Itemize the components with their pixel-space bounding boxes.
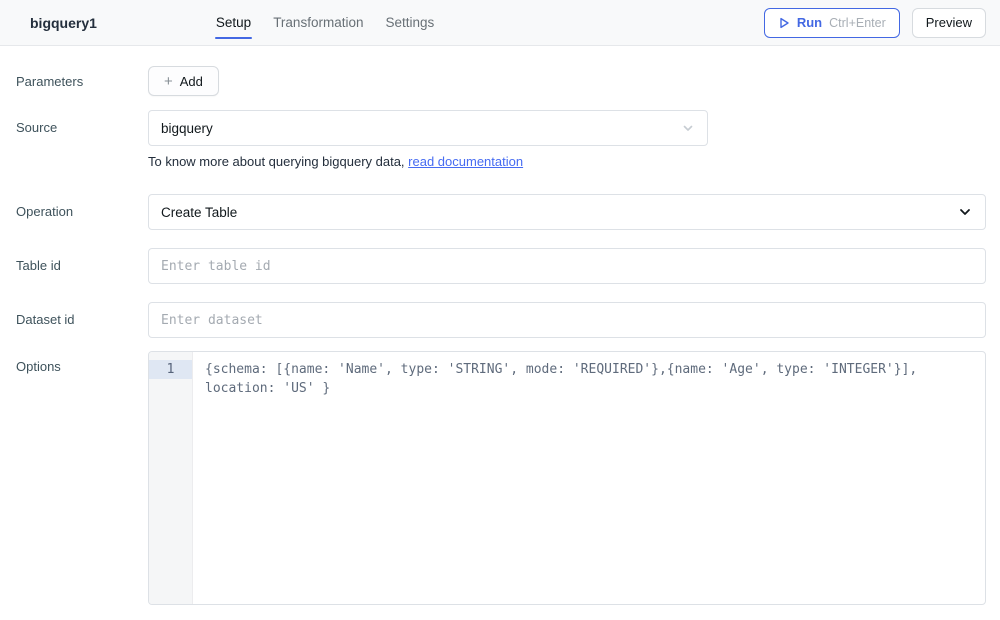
editor-tabs: Setup Transformation Settings xyxy=(205,0,445,45)
table-id-label: Table id xyxy=(16,248,148,273)
operation-label: Operation xyxy=(16,194,148,219)
source-label: Source xyxy=(16,110,148,135)
query-name[interactable]: bigquery1 xyxy=(30,15,97,31)
tab-settings[interactable]: Settings xyxy=(374,0,445,45)
run-button-label: Run xyxy=(797,15,822,30)
play-icon xyxy=(778,17,790,29)
dataset-id-input[interactable] xyxy=(148,302,986,338)
source-row: Source bigquery To know more about query… xyxy=(0,110,1000,169)
chevron-down-icon xyxy=(681,121,695,135)
preview-button[interactable]: Preview xyxy=(912,8,986,38)
operation-select-value: Create Table xyxy=(161,205,237,220)
query-editor-header: bigquery1 Setup Transformation Settings … xyxy=(0,0,1000,46)
source-help-text: To know more about querying bigquery dat… xyxy=(148,154,986,169)
add-parameter-button[interactable]: + Add xyxy=(148,66,219,96)
operation-row: Operation Create Table xyxy=(0,194,1000,230)
plus-icon: + xyxy=(164,74,173,89)
source-select[interactable]: bigquery xyxy=(148,110,708,146)
table-id-input[interactable] xyxy=(148,248,986,284)
tab-transformation[interactable]: Transformation xyxy=(262,0,374,45)
line-number: 1 xyxy=(149,360,192,379)
line-number-gutter: 1 xyxy=(149,352,193,604)
read-documentation-link[interactable]: read documentation xyxy=(408,154,523,169)
options-code-editor[interactable]: 1 {schema: [{name: 'Name', type: 'STRING… xyxy=(148,351,986,605)
dataset-id-row: Dataset id xyxy=(0,302,1000,338)
tab-setup[interactable]: Setup xyxy=(205,0,262,45)
header-actions: Run Ctrl+Enter Preview xyxy=(764,8,986,38)
parameters-row: Parameters + Add xyxy=(0,66,1000,96)
run-button[interactable]: Run Ctrl+Enter xyxy=(764,8,900,38)
source-help-prefix: To know more about querying bigquery dat… xyxy=(148,154,408,169)
chevron-down-icon xyxy=(957,204,973,220)
run-shortcut-hint: Ctrl+Enter xyxy=(829,16,886,30)
add-parameter-label: Add xyxy=(180,74,203,89)
options-code-content[interactable]: {schema: [{name: 'Name', type: 'STRING',… xyxy=(193,352,985,604)
source-select-value: bigquery xyxy=(161,121,213,136)
options-row: Options 1 {schema: [{name: 'Name', type:… xyxy=(0,351,1000,605)
table-id-row: Table id xyxy=(0,248,1000,284)
options-label: Options xyxy=(16,351,148,374)
query-editor-panel: bigquery1 Setup Transformation Settings … xyxy=(0,0,1000,605)
parameters-label: Parameters xyxy=(16,66,148,89)
query-setup-form: Parameters + Add Source bigquery To know… xyxy=(0,66,1000,605)
dataset-id-label: Dataset id xyxy=(16,302,148,327)
operation-select[interactable]: Create Table xyxy=(148,194,986,230)
